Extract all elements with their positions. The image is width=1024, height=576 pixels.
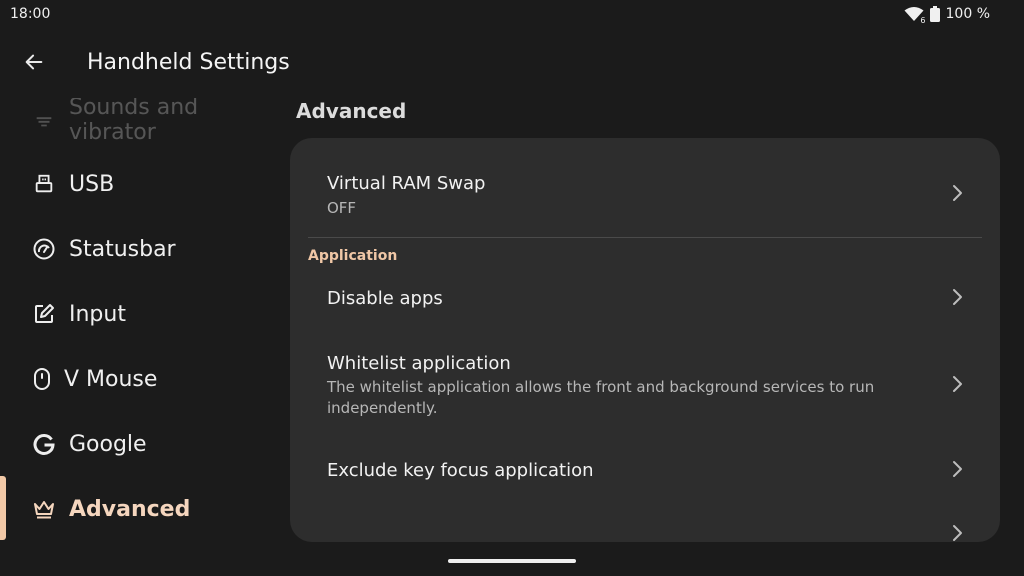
chevron-right-icon [953,376,962,392]
row-subtitle: OFF [327,199,357,217]
sidebar-item-sounds[interactable]: Sounds and vibrator [0,98,282,148]
active-indicator [0,476,6,540]
setting-virtual-ram-swap[interactable]: Virtual RAM Swap OFF [290,138,1000,236]
setting-disable-apps[interactable]: Disable apps [290,268,1000,328]
row-title: Disable apps [327,288,443,309]
sidebar-item-label: USB [69,171,115,197]
sidebar-item-advanced[interactable]: Advanced [0,481,282,537]
sound-icon [32,108,56,132]
page-title: Handheld Settings [87,50,290,75]
sidebar-item-label: Input [69,301,126,327]
home-indicator[interactable] [448,559,576,563]
back-button[interactable] [18,46,50,78]
google-icon [32,432,56,456]
app-bar: Handheld Settings [0,40,1024,88]
edit-icon [32,302,56,326]
sidebar-item-label: Google [69,431,147,457]
wifi-icon: 6 [904,6,926,25]
setting-exclude-key-focus[interactable]: Exclude key focus application [290,443,1000,503]
wifi-badge: 6 [920,16,926,25]
sidebar-item-label: Advanced [69,496,191,522]
setting-partially-visible[interactable] [290,523,1000,542]
status-icons: 6 100 % [904,6,990,25]
sidebar-item-label: V Mouse [64,366,158,392]
divider [308,237,982,238]
chevron-right-icon [953,461,962,477]
sidebar: Sounds and vibrator USB Statusbar Input … [0,98,282,543]
sidebar-item-input[interactable]: Input [0,286,282,342]
battery-percent: 100 % [945,6,990,22]
gauge-icon [32,237,56,261]
sidebar-item-label: Statusbar [69,236,176,262]
sidebar-item-vmouse[interactable]: V Mouse [0,351,282,407]
mouse-icon [30,367,54,391]
chevron-right-icon [953,525,962,541]
arrow-left-icon [25,54,43,70]
row-title: Virtual RAM Swap [327,173,486,194]
status-bar: 18:00 6 100 % [0,0,1024,28]
sidebar-item-usb[interactable]: USB [0,156,282,212]
section-title: Advanced [296,99,407,123]
group-header-application: Application [308,248,398,264]
setting-whitelist-application[interactable]: Whitelist application The whitelist appl… [290,338,1000,438]
settings-panel: Virtual RAM Swap OFF Application Disable… [290,138,1000,542]
chevron-right-icon [953,289,962,305]
sidebar-item-google[interactable]: Google [0,416,282,472]
row-subtitle: The whitelist application allows the fro… [327,378,875,417]
row-title: Exclude key focus application [327,460,594,481]
sidebar-item-label: Sounds and vibrator [69,98,199,145]
status-time: 18:00 [10,6,51,22]
sidebar-item-statusbar[interactable]: Statusbar [0,221,282,277]
usb-icon [32,172,56,196]
crown-icon [32,497,56,521]
row-title: Whitelist application [327,353,511,374]
battery-icon [929,6,940,22]
chevron-right-icon [953,185,962,201]
